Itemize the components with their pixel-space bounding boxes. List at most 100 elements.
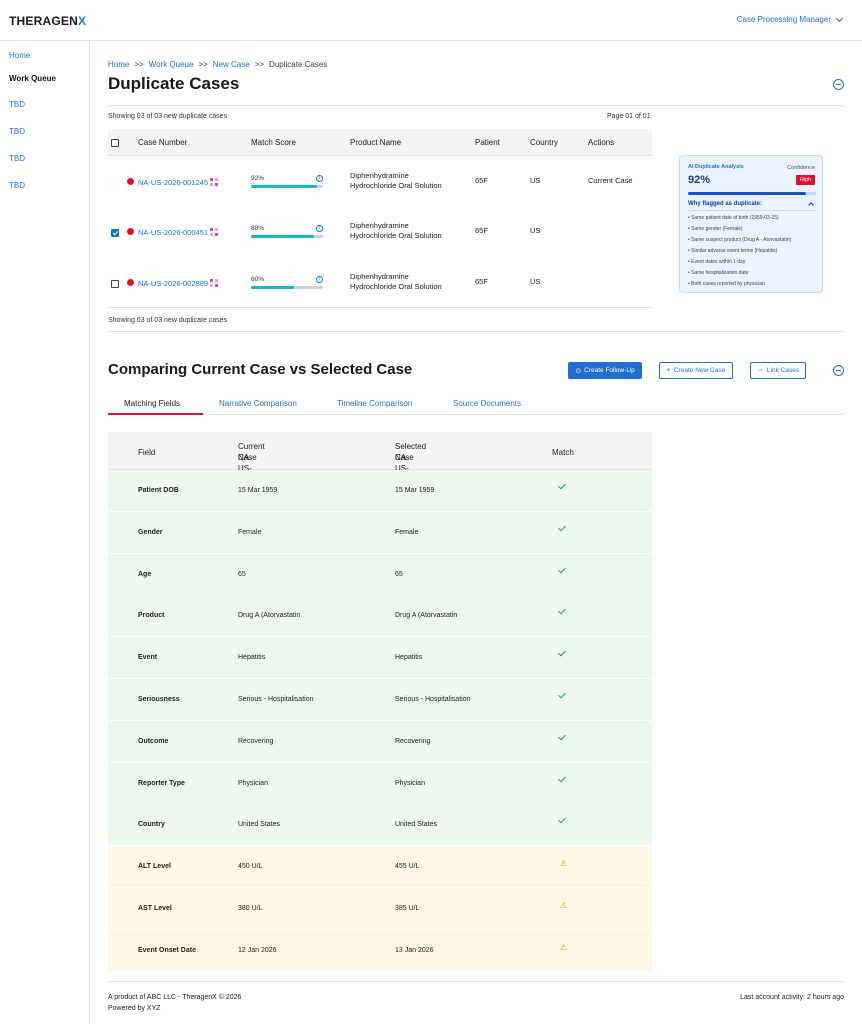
- check-icon: [558, 481, 566, 490]
- current-value: 450 U/L: [238, 863, 263, 871]
- product-name-line1: Diphenhydramine: [350, 221, 409, 230]
- patient-cell: 65F: [475, 277, 488, 286]
- field-name: AST Level: [138, 905, 172, 912]
- table-row: Seriousness Serious - Hospitalisation Seri…: [108, 679, 652, 721]
- tab-matching-fields[interactable]: Matching Fields: [124, 399, 180, 408]
- column-header-actions: Actions: [588, 138, 615, 147]
- select-all-checkbox[interactable]: [111, 139, 119, 147]
- table-row: Patient DOB 15 Mar 1959 15 Mar 1959: [108, 470, 652, 512]
- match-score-fill: [251, 185, 318, 188]
- breadcrumb-home[interactable]: Home: [108, 60, 129, 69]
- list-item: Similar adverse event terms (Hepatitis): [688, 246, 791, 257]
- table-row: Product Drug A (Atorvastatin Drug A (Atorv…: [108, 595, 652, 638]
- check-icon: [558, 565, 566, 573]
- match-score-bar: [251, 235, 323, 238]
- info-icon[interactable]: i: [316, 175, 323, 182]
- sidebar-item-tbd-3[interactable]: TBD: [9, 154, 25, 163]
- field-name: Event Onset Date: [138, 946, 196, 954]
- check-icon: [558, 732, 566, 741]
- divider: [688, 210, 816, 211]
- match-score-fill: [251, 235, 315, 238]
- list-item: Same hospitalization date: [688, 268, 791, 279]
- sidebar-item-home[interactable]: Home: [9, 51, 30, 60]
- brand-logo[interactable]: THERAGENX: [9, 14, 86, 28]
- product-name: Diphenhydramine Hydrochloride Oral Soluti…: [350, 171, 442, 191]
- case-number-link[interactable]: NA-US-2026-000451: [138, 228, 208, 237]
- info-icon[interactable]: i: [316, 276, 323, 283]
- severity-dot-icon: [127, 279, 134, 286]
- table-row[interactable]: NA-US-2026-000451 88% i Diphenhydramine H…: [108, 206, 652, 256]
- product-name: Diphenhydramine Hydrochloride Oral Soluti…: [350, 272, 442, 292]
- sidebar-item-work-queue[interactable]: Work Queue: [9, 74, 56, 83]
- breadcrumb-work-queue[interactable]: Work Queue: [149, 60, 194, 69]
- info-icon[interactable]: i: [316, 225, 323, 232]
- table-row[interactable]: NA-US-2026-001245 92% i Diphenhydramine H…: [108, 156, 652, 206]
- case-number-link[interactable]: NA-US-2026-002889: [138, 279, 208, 288]
- role-menu[interactable]: Case Processing Manager: [736, 14, 844, 24]
- divider: [108, 307, 652, 308]
- current-value: Female: [238, 528, 262, 536]
- link-cases-label: Link Cases: [766, 367, 800, 374]
- collapse-duplicates-icon[interactable]: [833, 79, 844, 90]
- confidence-bar-fill: [688, 192, 806, 195]
- tab-source-documents[interactable]: Source Documents: [453, 399, 521, 408]
- selected-value: Recovering: [395, 737, 431, 745]
- column-header-match: Match: [552, 448, 574, 457]
- check-icon: [558, 607, 566, 615]
- create-follow-up-button[interactable]: ⊙ Create Follow-Up: [568, 362, 642, 379]
- selected-value: United States: [395, 821, 438, 829]
- case-number-link[interactable]: NA-US-2026-001245: [138, 178, 208, 187]
- breadcrumb-separator: >>: [134, 60, 144, 69]
- tab-timeline-comparison[interactable]: Timeline Comparison: [337, 399, 412, 408]
- confidence-label: Confidence: [787, 165, 815, 171]
- country-cell: US: [530, 277, 541, 286]
- duplicate-group-icon: [210, 178, 218, 186]
- plus-icon: +: [666, 367, 671, 374]
- check-icon: [558, 690, 566, 699]
- page-title: Duplicate Cases: [108, 74, 240, 93]
- list-item: Event dates within 1 day: [688, 257, 791, 268]
- active-tab-indicator: [108, 413, 203, 415]
- row-checkbox[interactable]: [111, 280, 119, 288]
- breadcrumb-new-case[interactable]: New Case: [213, 60, 250, 69]
- breadcrumb: Home >> Work Queue >> New Case >> Duplicate Ca…: [108, 60, 327, 69]
- logo-text: THERAGEN: [9, 14, 78, 28]
- column-header-patient: Patient: [475, 138, 500, 147]
- check-circle-icon: ⊙: [575, 367, 582, 375]
- tab-narrative-comparison[interactable]: Narrative Comparison: [219, 399, 297, 408]
- check-icon: [558, 816, 566, 824]
- column-header-country: Country: [530, 138, 559, 147]
- match-score-value: 88%: [251, 225, 265, 232]
- severity-dot-icon: [127, 228, 134, 235]
- divider: [108, 105, 844, 106]
- field-name: Patient DOB: [138, 487, 179, 494]
- create-new-case-button[interactable]: + Create New Case: [659, 362, 733, 379]
- match-score-value: 60%: [251, 276, 265, 283]
- field-name: Product: [138, 612, 165, 620]
- sidebar-item-tbd-1[interactable]: TBD: [9, 100, 25, 109]
- row-checkbox[interactable]: [111, 229, 119, 237]
- breadcrumb-separator: >>: [198, 60, 208, 69]
- table-row[interactable]: NA-US-2026-002889 60% i Diphenhydramine H…: [108, 257, 652, 307]
- current-value: 12 Jan 2026: [238, 946, 277, 954]
- collapse-comparison-icon[interactable]: [833, 365, 844, 376]
- sidebar-item-tbd-4[interactable]: TBD: [9, 181, 25, 190]
- warning-icon: ⚠: [560, 942, 568, 952]
- comparison-tabs: Matching Fields Narrative Comparison Tim…: [108, 399, 844, 415]
- footer-last-activity: Last account activity: 2 hours ago: [740, 994, 844, 1001]
- chevron-up-icon[interactable]: [808, 202, 814, 208]
- link-cases-button[interactable]: ⇔ Link Cases: [750, 362, 806, 379]
- list-item: Both cases reported by physician: [688, 279, 791, 290]
- current-value: Drug A (Atorvastatin: [238, 612, 301, 620]
- product-name-line2: Hydrochloride Oral Solution: [350, 181, 442, 190]
- table-row: Age 65 65: [108, 553, 652, 596]
- patient-cell: 65F: [475, 176, 488, 185]
- field-name: ALT Level: [138, 863, 171, 871]
- match-score-fill: [251, 286, 295, 289]
- table-row: Reporter Type Physician Physician: [108, 762, 652, 805]
- sidebar-item-tbd-2[interactable]: TBD: [9, 127, 25, 136]
- create-new-case-label: Create New Case: [673, 367, 726, 374]
- confidence-percent: 92%: [688, 174, 711, 186]
- column-header-match-score: Match Score: [251, 138, 296, 147]
- role-label: Case Processing Manager: [736, 15, 831, 24]
